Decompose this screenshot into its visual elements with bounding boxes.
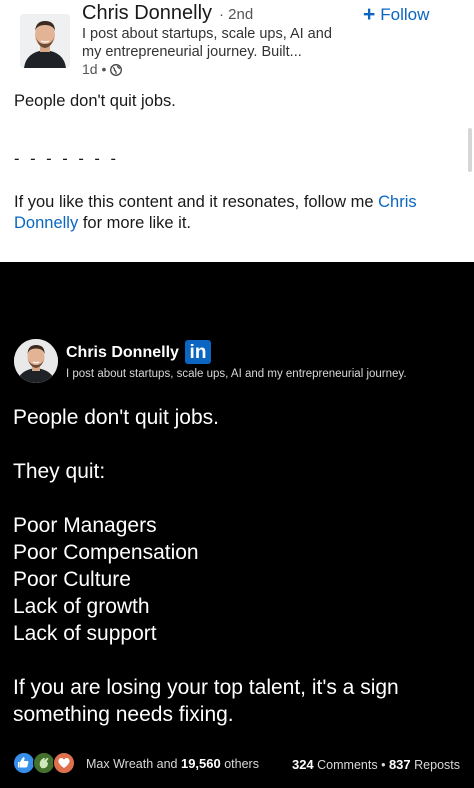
- author-avatar[interactable]: [20, 14, 70, 68]
- reposts-count[interactable]: 837: [389, 757, 411, 772]
- follow-button[interactable]: + Follow: [363, 3, 430, 26]
- reaction-count: 19,560: [180, 756, 221, 771]
- reaction-suffix: others: [224, 757, 259, 771]
- linkedin-logo-icon: in: [185, 340, 211, 364]
- clap-icon: [33, 752, 55, 774]
- card-list-item: Lack of growth: [13, 595, 150, 618]
- card-body-text: People don't quit jobs. They quit: Poor …: [13, 404, 399, 728]
- social-counts-bar: Max Wreath and 19,560 others 324 Comment…: [0, 742, 474, 788]
- connection-degree: · 2nd: [219, 6, 254, 23]
- follow-label: Follow: [380, 5, 430, 24]
- reactors-text[interactable]: Max Wreath and 19,560 others: [86, 756, 259, 771]
- card-author-name: Chris Donnelly: [66, 344, 179, 361]
- post-time: 1d •: [82, 61, 107, 77]
- comments-label[interactable]: Comments: [317, 758, 377, 772]
- author-headline: I post about startups, scale ups, AI and…: [82, 26, 332, 60]
- card-list-item: Poor Compensation: [13, 541, 199, 564]
- engagement-counts: 324 Comments • 837 Reposts: [292, 757, 460, 772]
- card-list-item: Lack of support: [13, 622, 157, 645]
- author-name[interactable]: Chris Donnelly: [82, 2, 212, 25]
- post-image-card[interactable]: Chris Donnelly in I post about startups,…: [0, 262, 474, 742]
- cta-suffix: for more like it.: [82, 214, 192, 232]
- like-icon: [13, 752, 35, 774]
- separator-dot: •: [381, 758, 386, 772]
- card-line: People don't quit jobs.: [13, 406, 219, 429]
- reactions-summary[interactable]: [13, 752, 79, 774]
- card-line: something needs fixing.: [13, 703, 234, 726]
- card-line: If you are losing your top talent, it's …: [13, 676, 399, 699]
- card-list-item: Poor Managers: [13, 514, 157, 537]
- post-cta: If you like this content and it resonate…: [14, 192, 460, 234]
- comments-count[interactable]: 324: [292, 757, 314, 772]
- plus-icon: +: [363, 3, 376, 26]
- reactor-name: Max Wreath and: [86, 757, 178, 771]
- card-author-headline: I post about startups, scale ups, AI and…: [66, 368, 407, 380]
- post-divider: - - - - - - -: [14, 150, 119, 168]
- card-avatar: [14, 339, 58, 383]
- reposts-label[interactable]: Reposts: [414, 758, 460, 772]
- cta-text: If you like this content and it resonate…: [14, 193, 374, 211]
- post-meta: 1d •: [82, 61, 123, 77]
- post-text-line: People don't quit jobs.: [14, 92, 176, 110]
- scrollbar-thumb[interactable]: [468, 128, 472, 172]
- post-container: Chris Donnelly · 2nd + Follow I post abo…: [0, 0, 474, 262]
- card-list-item: Poor Culture: [13, 568, 131, 591]
- globe-icon: [110, 63, 123, 76]
- card-line: They quit:: [13, 460, 106, 483]
- love-icon: [53, 752, 75, 774]
